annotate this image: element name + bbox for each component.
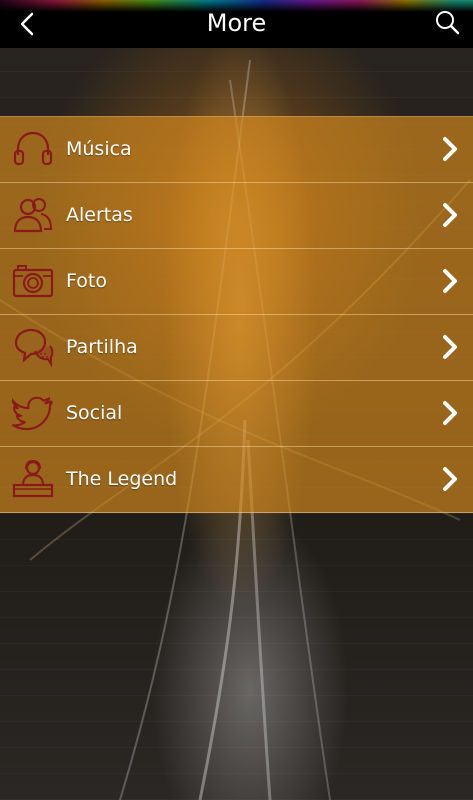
chevron-right-icon — [443, 401, 457, 425]
menu-item-alertas[interactable]: Alertas — [0, 183, 473, 249]
more-menu-list: Música Alertas Foto Partilha Social The … — [0, 116, 473, 513]
search-icon — [436, 11, 460, 35]
menu-item-label: Música — [66, 138, 132, 160]
menu-item-the-legend[interactable]: The Legend — [0, 447, 473, 513]
chevron-right-icon — [443, 335, 457, 359]
menu-item-social[interactable]: Social — [0, 381, 473, 447]
menu-item-label: Foto — [66, 270, 107, 292]
chevron-right-icon — [443, 137, 457, 161]
menu-item-label: Partilha — [66, 336, 138, 358]
chevron-right-icon — [443, 467, 457, 491]
chat-bubbles-icon — [14, 328, 54, 367]
chevron-right-icon — [443, 203, 457, 227]
chevron-right-icon — [443, 269, 457, 293]
menu-item-musica[interactable]: Música — [0, 116, 473, 183]
twitter-bird-icon — [12, 396, 53, 431]
app-header: More — [0, 0, 473, 48]
page-title: More — [206, 9, 267, 37]
search-button[interactable] — [433, 8, 461, 36]
menu-item-partilha[interactable]: Partilha — [0, 315, 473, 381]
headphones-icon — [13, 131, 53, 166]
camera-icon — [12, 265, 54, 298]
menu-item-label: Social — [66, 402, 123, 424]
menu-item-foto[interactable]: Foto — [0, 249, 473, 315]
menu-item-label: Alertas — [66, 204, 133, 226]
menu-item-label: The Legend — [66, 468, 178, 490]
dj-icon — [12, 459, 54, 498]
users-icon — [13, 198, 53, 233]
